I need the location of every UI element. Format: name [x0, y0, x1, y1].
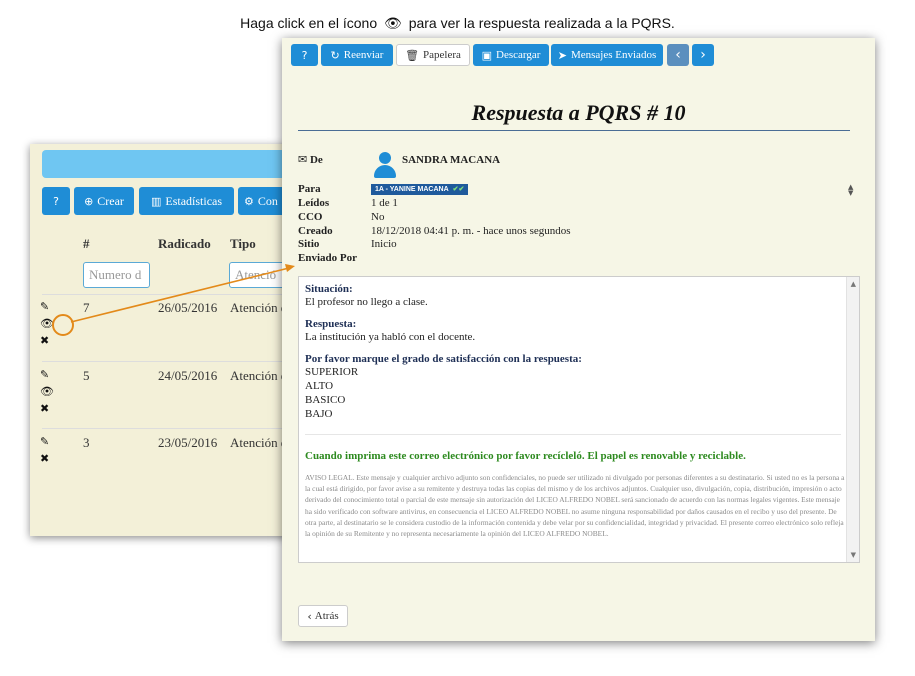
connector-arrow: [70, 264, 295, 323]
